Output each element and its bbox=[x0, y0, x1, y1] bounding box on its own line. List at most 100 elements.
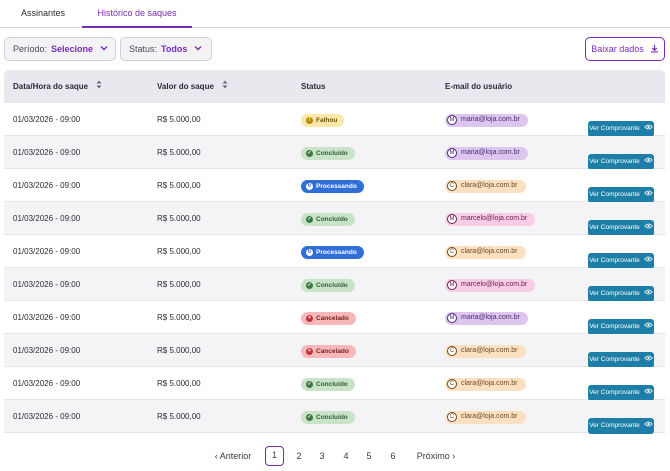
withdrawal-date: 01/03/2026 - 09:00 bbox=[13, 313, 81, 322]
view-receipt-label: Ver Comprovante bbox=[589, 422, 640, 429]
status-badge: ! Falhou bbox=[301, 114, 345, 127]
status-label: Concluído bbox=[316, 413, 348, 421]
view-receipt-button[interactable]: Ver Comprovante bbox=[588, 153, 654, 170]
table-row: 01/03/2026 - 09:00 R$ 5.000,00 ✓ Concluído M… bbox=[4, 268, 665, 302]
period-filter[interactable]: Período: Selecione bbox=[4, 37, 116, 61]
withdrawal-date: 01/03/2026 - 09:00 bbox=[13, 379, 81, 388]
status-label: Concluído bbox=[316, 149, 348, 157]
column-header-amount[interactable]: Valor do saque bbox=[157, 70, 228, 104]
status-badge: ↻ Processando bbox=[301, 246, 364, 259]
status-label: Concluído bbox=[316, 215, 348, 223]
withdrawal-date: 01/03/2026 - 09:00 bbox=[13, 148, 81, 157]
user-email: marcelo@loja.com.br bbox=[461, 215, 528, 222]
chevron-down-icon bbox=[100, 38, 108, 60]
view-receipt-button[interactable]: Ver Comprovante bbox=[588, 186, 654, 203]
user-email: maria@loja.com.br bbox=[461, 149, 520, 156]
email-cell: Cclara@loja.com.br bbox=[445, 409, 526, 424]
withdrawal-amount: R$ 5.000,00 bbox=[157, 181, 201, 190]
withdrawal-amount: R$ 5.000,00 bbox=[157, 148, 201, 157]
table-row: 01/03/2026 - 09:00 R$ 5.000,00 ✓ Concluído M… bbox=[4, 136, 665, 170]
pagination-prev-button[interactable]: ‹ Anterior bbox=[210, 446, 256, 466]
pagination-page-5[interactable]: 5 bbox=[360, 446, 378, 466]
view-receipt-button[interactable]: Ver Comprovante bbox=[588, 120, 654, 137]
email-cell: Mmaria@loja.com.br bbox=[445, 112, 528, 127]
user-email: clara@loja.com.br bbox=[461, 347, 518, 354]
action-cell: Ver Comprovante bbox=[588, 408, 654, 441]
view-receipt-button[interactable]: Ver Comprovante bbox=[588, 285, 654, 302]
withdrawal-date: 01/03/2026 - 09:00 bbox=[13, 346, 81, 355]
pagination-next-button[interactable]: Próximo › bbox=[412, 446, 460, 466]
user-email-chip: Mmaria@loja.com.br bbox=[445, 311, 528, 325]
avatar: M bbox=[447, 148, 457, 158]
status-cell: ✓ Concluído bbox=[301, 145, 355, 160]
pagination-page-1[interactable]: 1 bbox=[265, 446, 284, 466]
view-receipt-button[interactable]: Ver Comprovante bbox=[588, 252, 654, 269]
pagination-page-3[interactable]: 3 bbox=[313, 446, 331, 466]
status-label: Concluído bbox=[316, 281, 348, 289]
tab-assinantes[interactable]: Assinantes bbox=[10, 0, 76, 28]
avatar: C bbox=[447, 379, 457, 389]
status-label: Cancelado bbox=[316, 347, 349, 355]
user-email-chip: Mmarcelo@loja.com.br bbox=[445, 212, 536, 226]
view-receipt-button[interactable]: Ver Comprovante bbox=[588, 318, 654, 335]
x-circle-icon: × bbox=[306, 315, 313, 322]
user-email: clara@loja.com.br bbox=[461, 248, 518, 255]
view-receipt-button[interactable]: Ver Comprovante bbox=[588, 417, 654, 434]
status-badge: × Cancelado bbox=[301, 312, 356, 325]
withdrawal-amount: R$ 5.000,00 bbox=[157, 115, 201, 124]
column-header-date[interactable]: Data/Hora do saque bbox=[13, 70, 102, 104]
warning-icon: ! bbox=[306, 117, 313, 124]
status-cell: ! Falhou bbox=[301, 112, 345, 127]
sort-icon[interactable] bbox=[220, 80, 228, 91]
status-filter-value: Todos bbox=[161, 44, 188, 54]
withdrawal-date: 01/03/2026 - 09:00 bbox=[13, 214, 81, 223]
user-email-chip: Cclara@loja.com.br bbox=[445, 344, 526, 358]
pagination-page-6[interactable]: 6 bbox=[384, 446, 402, 466]
table-row: 01/03/2026 - 09:00 R$ 5.000,00 × Cancelado C… bbox=[4, 334, 665, 368]
download-data-button[interactable]: Baixar dados bbox=[585, 37, 665, 61]
user-email: clara@loja.com.br bbox=[461, 380, 518, 387]
check-circle-icon: ✓ bbox=[306, 381, 313, 388]
status-cell: ✓ Concluído bbox=[301, 409, 355, 424]
withdrawal-date: 01/03/2026 - 09:00 bbox=[13, 181, 81, 190]
tab-bar: Assinantes Histórico de saques bbox=[0, 0, 670, 28]
withdrawal-amount: R$ 5.000,00 bbox=[157, 280, 201, 289]
withdrawal-date: 01/03/2026 - 09:00 bbox=[13, 115, 81, 124]
avatar: M bbox=[447, 280, 457, 290]
status-badge: ✓ Concluído bbox=[301, 378, 355, 391]
withdrawal-amount: R$ 5.000,00 bbox=[157, 247, 201, 256]
status-cell: ↻ Processando bbox=[301, 244, 364, 259]
email-cell: Cclara@loja.com.br bbox=[445, 178, 526, 193]
x-circle-icon: × bbox=[306, 348, 313, 355]
status-cell: ↻ Processando bbox=[301, 178, 364, 193]
table-row: 01/03/2026 - 09:00 R$ 5.000,00 ✓ Concluído C… bbox=[4, 367, 665, 401]
withdrawal-date: 01/03/2026 - 09:00 bbox=[13, 412, 81, 421]
table-row: 01/03/2026 - 09:00 R$ 5.000,00 ↻ Processand… bbox=[4, 169, 665, 203]
email-cell: Mmaria@loja.com.br bbox=[445, 145, 528, 160]
table-row: 01/03/2026 - 09:00 R$ 5.000,00 ✓ Concluído M… bbox=[4, 202, 665, 236]
status-label: Processando bbox=[316, 248, 357, 256]
user-email-chip: Cclara@loja.com.br bbox=[445, 377, 526, 391]
status-badge: × Cancelado bbox=[301, 345, 356, 358]
user-email-chip: Cclara@loja.com.br bbox=[445, 410, 526, 424]
user-email-chip: Mmaria@loja.com.br bbox=[445, 146, 528, 160]
user-email: clara@loja.com.br bbox=[461, 182, 518, 189]
view-receipt-button[interactable]: Ver Comprovante bbox=[588, 384, 654, 401]
pagination-page-2[interactable]: 2 bbox=[290, 446, 308, 466]
column-header-email: E-mail do usuário bbox=[445, 82, 513, 91]
sort-icon[interactable] bbox=[94, 80, 102, 91]
status-filter[interactable]: Status: Todos bbox=[120, 37, 212, 61]
tab-historico-saques[interactable]: Histórico de saques bbox=[82, 0, 192, 28]
withdrawal-amount: R$ 5.000,00 bbox=[157, 379, 201, 388]
status-badge: ✓ Concluído bbox=[301, 147, 355, 160]
column-header-date-label: Data/Hora do saque bbox=[13, 82, 89, 91]
user-email-chip: Cclara@loja.com.br bbox=[445, 245, 526, 259]
status-label: Cancelado bbox=[316, 314, 349, 322]
view-receipt-button[interactable]: Ver Comprovante bbox=[588, 219, 654, 236]
avatar: C bbox=[447, 181, 457, 191]
pagination-page-4[interactable]: 4 bbox=[337, 446, 355, 466]
pagination-next-label: Próximo bbox=[416, 451, 450, 461]
view-receipt-button[interactable]: Ver Comprovante bbox=[588, 351, 654, 368]
withdrawal-amount: R$ 5.000,00 bbox=[157, 346, 201, 355]
avatar: M bbox=[447, 115, 457, 125]
